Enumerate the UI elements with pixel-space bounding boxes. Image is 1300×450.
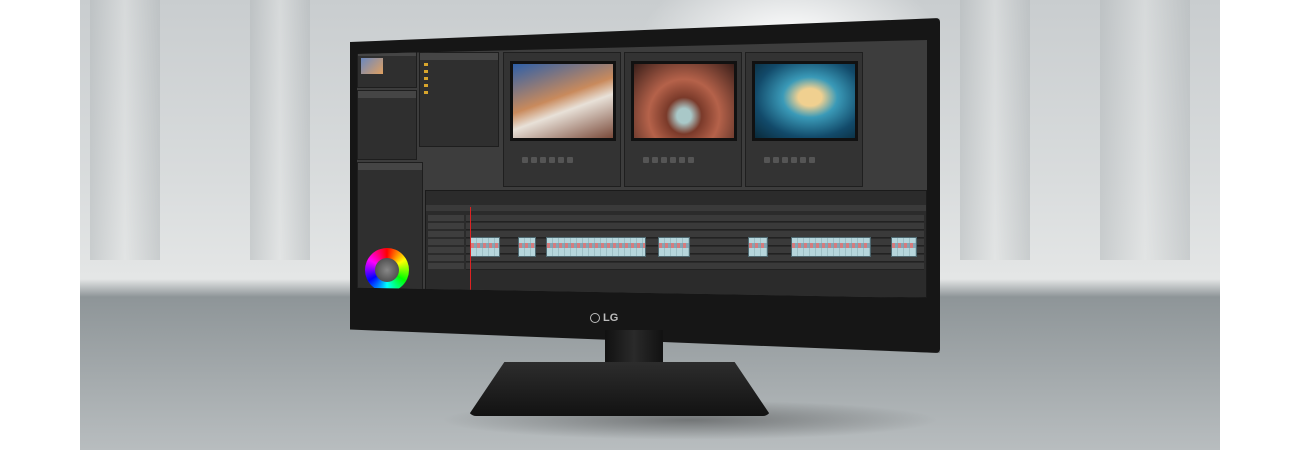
background-rack [90, 0, 160, 260]
bin-item[interactable] [424, 91, 484, 96]
folder-icon [424, 84, 428, 87]
track-header[interactable] [428, 215, 464, 221]
background-rack [1100, 0, 1190, 260]
bin-item[interactable] [424, 70, 484, 75]
effect-controls-panel [357, 90, 417, 160]
transport-controls[interactable] [764, 157, 844, 163]
reference-monitor [745, 52, 863, 187]
video-track[interactable] [466, 223, 924, 230]
panel-tab[interactable] [420, 53, 498, 60]
timeline-clip[interactable] [658, 237, 690, 257]
brand-logo-text: LG [603, 312, 619, 324]
color-wheel-icon[interactable] [365, 248, 409, 292]
lg-logo-icon [590, 313, 600, 323]
bin-item[interactable] [424, 63, 484, 68]
video-track[interactable] [466, 215, 924, 222]
track-header[interactable] [428, 231, 464, 237]
panel-tab[interactable] [358, 163, 422, 170]
time-ruler[interactable] [426, 205, 926, 211]
panel-tab[interactable] [358, 91, 416, 98]
playhead[interactable] [470, 207, 471, 297]
snowboarder-image [513, 64, 613, 138]
folder-icon [424, 91, 428, 94]
folder-icon [424, 63, 428, 66]
timeline-clip[interactable] [518, 237, 536, 257]
video-frame [631, 61, 737, 141]
background-rack [250, 0, 310, 260]
track-header[interactable] [428, 223, 464, 229]
timeline-clip[interactable] [791, 237, 871, 257]
video-frame [510, 61, 616, 141]
track-header[interactable] [428, 247, 464, 253]
timeline-clip[interactable] [891, 237, 917, 257]
bin-item[interactable] [424, 84, 484, 89]
transport-controls[interactable] [522, 157, 602, 163]
brand-logo: LG [590, 312, 618, 324]
audio-track[interactable] [466, 263, 924, 270]
track-header[interactable] [428, 239, 464, 245]
canyon-image [634, 64, 734, 138]
monitor-screen [357, 40, 927, 298]
monitor-stand-base [468, 362, 771, 416]
folder-icon [424, 70, 428, 73]
timeline-clip[interactable] [546, 237, 646, 257]
timeline-panel [425, 190, 927, 298]
folder-icon [424, 77, 428, 80]
program-monitor [624, 52, 742, 187]
background-rack [960, 0, 1030, 260]
track-header[interactable] [428, 255, 464, 261]
timeline-clip[interactable] [748, 237, 768, 257]
transport-controls[interactable] [643, 157, 723, 163]
bin-item[interactable] [424, 77, 484, 82]
underwater-image [755, 64, 855, 138]
project-bin-panel [419, 52, 499, 147]
track-header[interactable] [428, 263, 464, 269]
timeline-clip[interactable] [470, 237, 500, 257]
source-monitor [503, 52, 621, 187]
preview-thumbnail [361, 58, 383, 74]
product-photo: LG [80, 0, 1220, 450]
project-preview-panel [357, 48, 417, 88]
video-frame [752, 61, 858, 141]
